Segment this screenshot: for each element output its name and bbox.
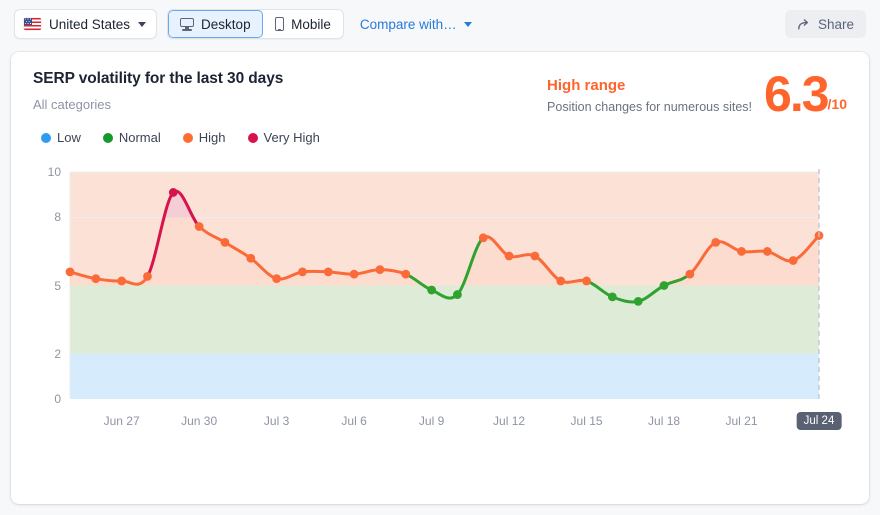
legend-color-dot bbox=[247, 132, 258, 143]
legend-color-dot bbox=[41, 132, 51, 143]
x-axis-tick-label: Jun 27 bbox=[103, 414, 140, 428]
chevron-down-icon bbox=[463, 21, 472, 27]
x-axis-tick-label: Jul 6 bbox=[341, 414, 367, 428]
us-flag-icon bbox=[24, 18, 41, 30]
tab-desktop-label: Desktop bbox=[201, 16, 251, 32]
tab-desktop[interactable]: Desktop bbox=[168, 10, 263, 38]
country-selector[interactable]: United States bbox=[14, 9, 158, 39]
compare-with-dropdown[interactable]: Compare with… bbox=[360, 17, 472, 32]
x-axis-tick-label: Jun 30 bbox=[181, 414, 218, 428]
legend-item-low[interactable]: Low bbox=[41, 130, 81, 145]
x-axis-tick-label: Jul 18 bbox=[648, 414, 681, 428]
tab-mobile[interactable]: Mobile bbox=[263, 10, 343, 38]
card-header: SERP volatility for the last 30 days All… bbox=[11, 52, 869, 124]
legend-label: Normal bbox=[118, 130, 161, 145]
legend-label: Very High bbox=[263, 130, 320, 145]
mobile-icon bbox=[274, 17, 285, 31]
chart-legend: Low Normal High Very High bbox=[11, 124, 869, 145]
range-description: Position changes for numerous sites! bbox=[547, 100, 753, 114]
x-axis-tick-label: Jul 15 bbox=[570, 414, 603, 428]
tab-mobile-label: Mobile bbox=[291, 16, 331, 32]
serp-volatility-page: United States Desktop Mobile Compare wit… bbox=[0, 0, 880, 515]
chevron-down-icon bbox=[138, 21, 147, 27]
legend-color-dot bbox=[182, 132, 193, 143]
share-label: Share bbox=[817, 16, 854, 32]
legend-label: High bbox=[198, 130, 226, 145]
x-axis-current-day-badge: Jul 24 bbox=[796, 412, 842, 430]
top-toolbar: United States Desktop Mobile Compare wit… bbox=[0, 0, 880, 48]
score-denominator: /10 bbox=[827, 96, 847, 112]
share-button[interactable]: Share bbox=[784, 10, 866, 38]
score-value: 6.3 bbox=[764, 66, 830, 122]
x-axis-tick-label: Jul 21 bbox=[725, 414, 758, 428]
y-axis-tick-label: 2 bbox=[54, 346, 61, 361]
share-arrow-icon bbox=[798, 18, 809, 30]
legend-color-dot bbox=[102, 132, 113, 143]
country-label: United States bbox=[49, 16, 131, 32]
legend-label: Low bbox=[57, 130, 81, 145]
y-axis-tick-label: 0 bbox=[54, 392, 61, 406]
volatility-card: SERP volatility for the last 30 days All… bbox=[11, 52, 869, 504]
range-summary: High range Position changes for numerous… bbox=[547, 66, 847, 122]
score-display: 6.3 /10 bbox=[764, 66, 847, 122]
chart-area: 0 2 5 8 10 Jun 27 Jun 30 Jul 3 Jul 6 Jul 9 Jul 12 J… bbox=[11, 157, 869, 457]
device-toggle-group: Desktop Mobile bbox=[167, 9, 344, 39]
desktop-icon bbox=[180, 17, 195, 31]
legend-item-very-high[interactable]: Very High bbox=[247, 130, 320, 145]
y-axis-tick-label: 10 bbox=[47, 165, 61, 179]
x-axis-tick-label: Jul 12 bbox=[493, 414, 526, 428]
x-axis-tick-label: Jul 3 bbox=[263, 414, 290, 428]
range-title: High range bbox=[547, 77, 626, 94]
x-axis-tick-label: Jul 9 bbox=[418, 414, 445, 428]
y-axis-tick-label: 8 bbox=[54, 210, 61, 225]
compare-with-label: Compare with… bbox=[359, 16, 457, 32]
legend-item-normal[interactable]: Normal bbox=[102, 130, 161, 145]
chart-axis-labels: 0 2 5 8 10 Jun 27 Jun 30 Jul 3 Jul 6 Jul 9 Jul 12 J… bbox=[11, 157, 869, 457]
legend-item-high[interactable]: High bbox=[182, 130, 226, 145]
y-axis-tick-label: 5 bbox=[54, 278, 61, 293]
